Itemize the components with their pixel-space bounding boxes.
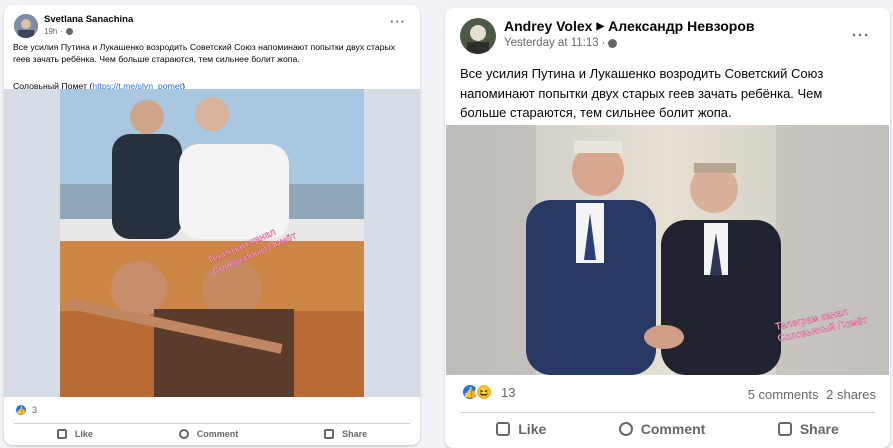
- share-icon: [324, 429, 335, 439]
- comment-icon: [178, 429, 189, 439]
- post-text: Все усилия Путина и Лукашенко возродить …: [460, 66, 824, 120]
- triangle-arrow-icon: ▶: [596, 20, 605, 32]
- haha-reaction-icon: 😆: [475, 383, 493, 401]
- author-avatar[interactable]: [460, 18, 496, 54]
- share-icon: [777, 422, 792, 436]
- post-image[interactable]: Телеграм канал Соловьиный Помёт: [4, 89, 420, 397]
- post-source: Соловьный Помет (https://t.me/slvn_pomet…: [13, 81, 185, 91]
- post-image[interactable]: Телеграм канал Соловьиный Помёт: [446, 125, 889, 375]
- divider: [14, 423, 410, 424]
- post-header: Andrey Volex ▶ Александр Невзоров Yester…: [460, 18, 754, 54]
- comments-count[interactable]: 5 comments: [748, 387, 819, 402]
- author-avatar[interactable]: [14, 14, 38, 38]
- reaction-count: 13: [501, 384, 516, 400]
- reactions-summary[interactable]: 👍 😆 13: [461, 383, 515, 401]
- like-reaction-icon: 👍: [14, 403, 28, 417]
- like-button[interactable]: Like: [56, 429, 93, 439]
- post-card-right: Andrey Volex ▶ Александр Невзоров Yester…: [445, 8, 890, 448]
- shares-count[interactable]: 2 shares: [826, 387, 876, 402]
- action-bar: Like Comment Share: [14, 429, 410, 439]
- reactions-summary[interactable]: 👍 3: [14, 403, 37, 417]
- post-card-left: Svetlana Sanachina 19h · ··· Все усилия …: [4, 5, 420, 445]
- divider: [460, 412, 875, 413]
- share-button[interactable]: Share: [324, 429, 367, 439]
- more-options-button[interactable]: ···: [390, 15, 406, 28]
- post-time[interactable]: 19h: [44, 27, 57, 36]
- reaction-count: 3: [32, 405, 38, 415]
- more-options-button[interactable]: ···: [852, 28, 870, 43]
- post-time[interactable]: Yesterday at 11:13: [504, 37, 599, 49]
- post-header: Svetlana Sanachina 19h ·: [14, 14, 133, 38]
- engagement-stats: 5 comments 2 shares: [748, 387, 876, 402]
- author-name[interactable]: Svetlana Sanachina: [44, 14, 133, 25]
- thumbs-up-icon: [496, 422, 511, 436]
- target-name[interactable]: Александр Невзоров: [608, 18, 754, 34]
- thumbs-up-icon: [56, 429, 67, 439]
- globe-icon: [608, 38, 618, 48]
- comment-icon: [618, 422, 633, 436]
- post-text: Все усилия Путина и Лукашенко возродить …: [13, 42, 396, 64]
- comment-button[interactable]: Comment: [178, 429, 238, 439]
- globe-icon: [66, 28, 74, 35]
- author-name[interactable]: Andrey Volex: [504, 18, 592, 34]
